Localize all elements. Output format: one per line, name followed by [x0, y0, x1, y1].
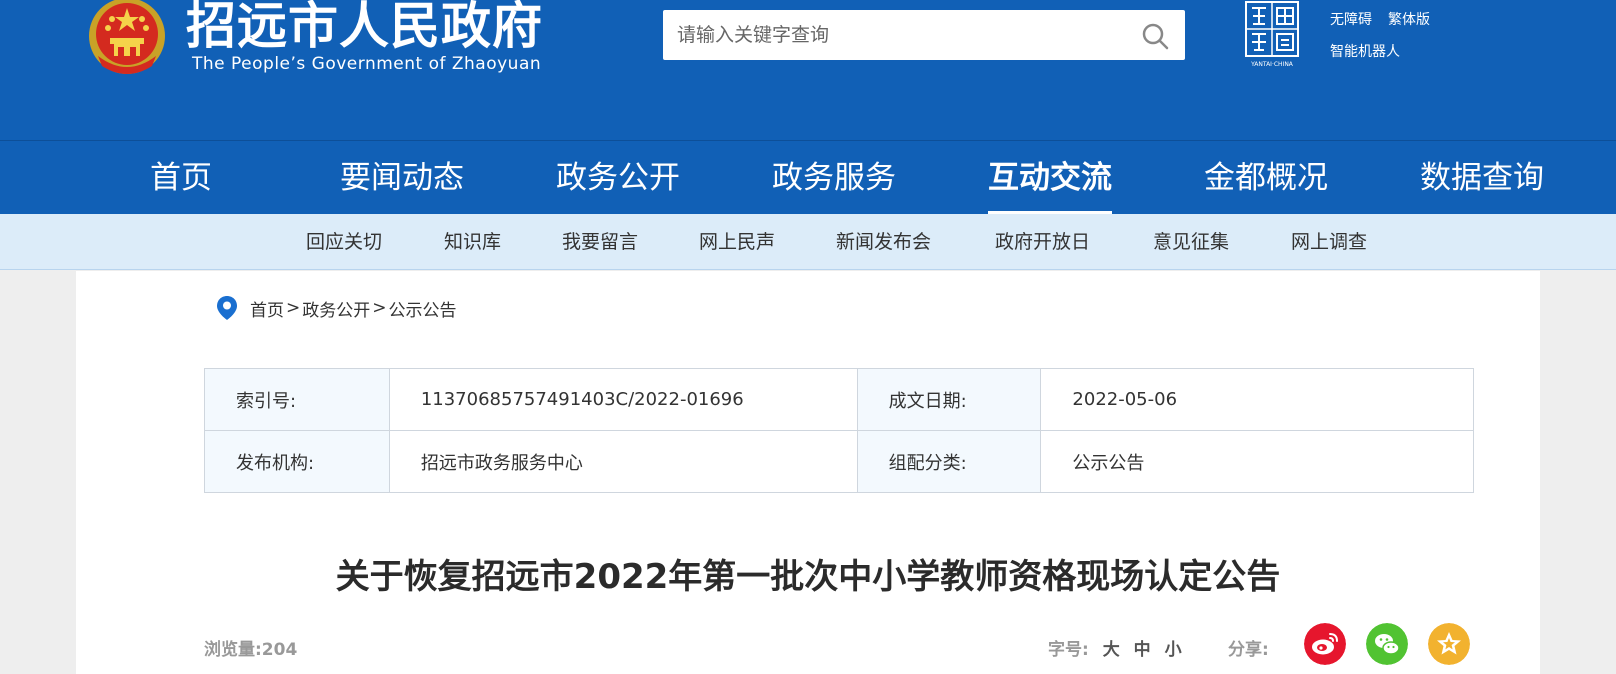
breadcrumb-government-affairs[interactable]: 政务公开: [302, 296, 370, 321]
breadcrumb-home[interactable]: 首页: [250, 296, 284, 321]
national-emblem-icon: [89, 0, 165, 74]
smart-robot-link[interactable]: 智能机器人: [1330, 44, 1400, 60]
sub-nav: 回应关切 知识库 我要留言 网上民声 新闻发布会 政府开放日 意见征集 网上调查: [0, 214, 1616, 270]
article-container: 首页 > 政务公开 > 公示公告 索引号: 11370685757491403C…: [76, 271, 1540, 674]
accessibility-link[interactable]: 无障碍: [1330, 12, 1372, 28]
subnav-leave-message[interactable]: 我要留言: [562, 214, 638, 270]
site-title: 招远市人民政府: [186, 0, 543, 55]
subnav-public-voice[interactable]: 网上民声: [699, 214, 775, 270]
index-value: 11370685757491403C/2022-01696: [388, 368, 858, 431]
index-label: 索引号:: [204, 368, 390, 431]
subnav-response[interactable]: 回应关切: [306, 214, 382, 270]
font-size-large[interactable]: 大: [1103, 640, 1120, 660]
wechat-icon[interactable]: [1366, 623, 1408, 665]
date-label: 成文日期:: [856, 368, 1042, 431]
header-tools: 无障碍 繁体版 智能机器人: [1330, 4, 1446, 68]
subnav-online-survey[interactable]: 网上调查: [1291, 214, 1367, 270]
subnav-opinion-collection[interactable]: 意见征集: [1153, 214, 1229, 270]
category-label: 组配分类:: [856, 430, 1042, 493]
view-count: 浏览量:204: [204, 640, 298, 660]
document-meta-table: 索引号: 11370685757491403C/2022-01696 成文日期:…: [204, 368, 1474, 493]
share-label: 分享:: [1228, 640, 1269, 660]
font-size-control: 字号: 大 中 小: [1048, 635, 1182, 660]
breadcrumb-announcements[interactable]: 公示公告: [389, 296, 457, 321]
weibo-icon[interactable]: [1304, 623, 1346, 665]
date-value: 2022-05-06: [1040, 368, 1474, 431]
table-row: 发布机构: 招远市政务服务中心 组配分类: 公示公告: [204, 430, 1474, 493]
subnav-open-day[interactable]: 政府开放日: [995, 214, 1090, 270]
subnav-knowledge-base[interactable]: 知识库: [444, 214, 501, 270]
article-title: 关于恢复招远市2022年第一批次中小学教师资格现场认定公告: [335, 557, 1281, 597]
traditional-chinese-link[interactable]: 繁体版: [1388, 12, 1430, 28]
nav-home[interactable]: 首页: [150, 141, 212, 215]
breadcrumb: 首页 > 政务公开 > 公示公告: [216, 293, 457, 323]
seal-caption: YANTAI·CHINA: [1250, 61, 1294, 68]
main-nav: 首页 要闻动态 政务公开 政务服务 互动交流 金都概况 数据查询: [0, 140, 1616, 215]
nav-news[interactable]: 要闻动态: [340, 141, 464, 215]
site-subtitle: The People’s Government of Zhaoyuan: [192, 54, 542, 74]
star-icon[interactable]: [1428, 623, 1470, 665]
site-header: 招远市人民政府 The People’s Government of Zhaoy…: [0, 0, 1616, 140]
subnav-press-conference[interactable]: 新闻发布会: [836, 214, 931, 270]
nav-data-query[interactable]: 数据查询: [1420, 141, 1544, 215]
yantai-china-seal-icon: YANTAI·CHINA: [1245, 1, 1299, 68]
breadcrumb-separator: >: [372, 298, 387, 318]
search-icon[interactable]: [1141, 22, 1169, 50]
nav-government-affairs[interactable]: 政务公开: [556, 141, 680, 215]
location-pin-icon: [217, 296, 237, 320]
search-box: [663, 10, 1185, 60]
nav-city-overview[interactable]: 金都概况: [1204, 141, 1328, 215]
font-size-small[interactable]: 小: [1165, 640, 1182, 660]
category-value: 公示公告: [1040, 430, 1474, 493]
search-input[interactable]: [677, 22, 1107, 48]
org-label: 发布机构:: [204, 430, 390, 493]
nav-interaction[interactable]: 互动交流: [988, 141, 1112, 215]
table-row: 索引号: 11370685757491403C/2022-01696 成文日期:…: [204, 368, 1474, 431]
breadcrumb-separator: >: [286, 298, 301, 318]
nav-government-services[interactable]: 政务服务: [772, 141, 896, 215]
org-value: 招远市政务服务中心: [388, 430, 858, 493]
font-size-medium[interactable]: 中: [1134, 640, 1151, 660]
font-size-label: 字号:: [1048, 640, 1089, 660]
